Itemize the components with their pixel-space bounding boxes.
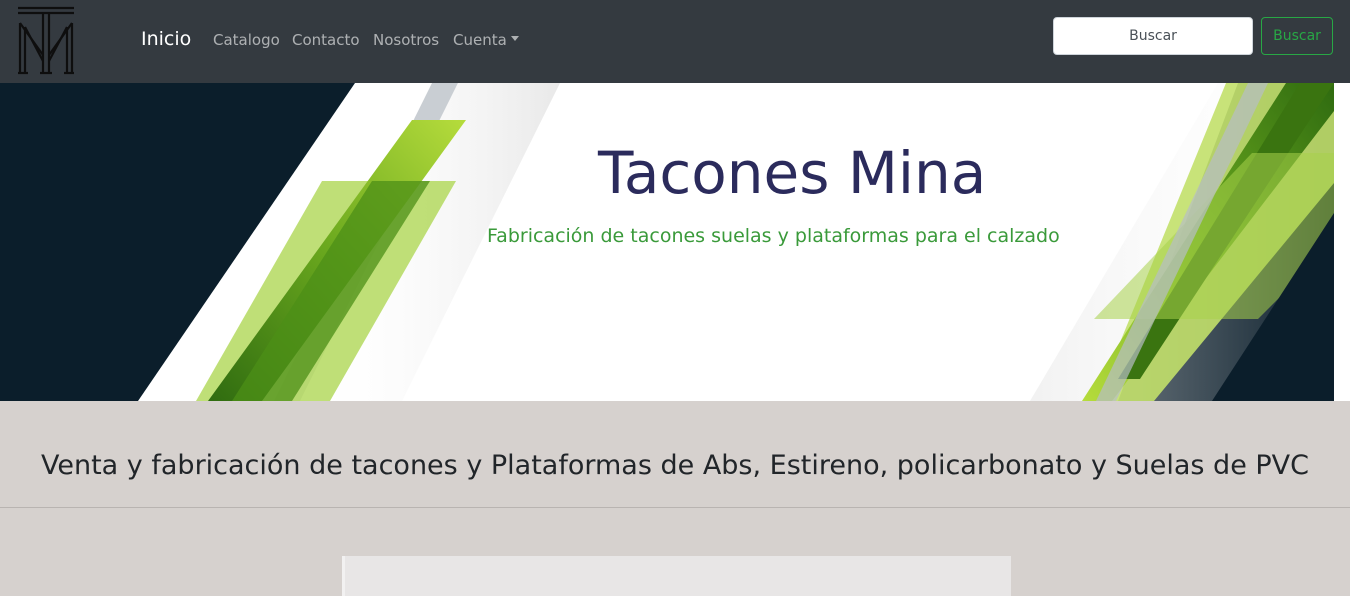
banner-title: Tacones Mina <box>598 139 987 207</box>
navbar: Inicio Catalogo Contacto Nosotros Cuenta… <box>0 0 1350 83</box>
search-button[interactable]: Buscar <box>1261 17 1333 55</box>
nav-dropdown-cuenta[interactable]: Cuenta <box>453 31 519 49</box>
tm-logo-icon[interactable] <box>16 5 76 75</box>
nav-link-catalogo[interactable]: Catalogo <box>213 31 280 49</box>
page-headline: Venta y fabricación de tacones y Platafo… <box>41 450 1309 481</box>
nav-link-contacto[interactable]: Contacto <box>292 31 360 49</box>
banner-edge <box>1334 83 1350 401</box>
divider <box>0 507 1350 508</box>
nav-link-nosotros[interactable]: Nosotros <box>373 31 439 49</box>
content-card <box>342 556 1011 596</box>
nav-brand-inicio[interactable]: Inicio <box>141 28 191 50</box>
nav-dropdown-label: Cuenta <box>453 31 507 49</box>
caret-down-icon <box>510 36 519 41</box>
hero-banner: Tacones Mina Fabricación de tacones suel… <box>0 83 1334 401</box>
search-input[interactable] <box>1053 17 1253 55</box>
banner-subtitle: Fabricación de tacones suelas y platafor… <box>487 225 1060 247</box>
